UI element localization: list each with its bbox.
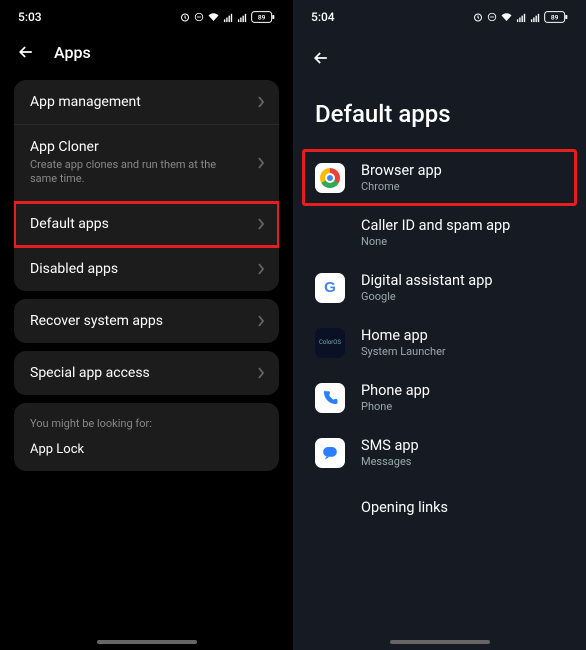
row-sublabel: Messages — [361, 455, 419, 468]
svg-text:89: 89 — [551, 14, 559, 22]
row-browser-app[interactable]: Browser app Chrome — [303, 150, 576, 205]
hint-app-lock[interactable]: App Lock — [30, 442, 263, 457]
row-label: SMS app — [361, 437, 419, 454]
row-label: Phone app — [361, 382, 430, 399]
hint-label: You might be looking for: — [30, 417, 263, 430]
signal-icon-2 — [237, 12, 248, 23]
row-label: Special app access — [30, 365, 263, 381]
row-sublabel: Chrome — [361, 180, 442, 193]
chevron-right-icon — [257, 157, 265, 169]
row-home-app[interactable]: ColorOS Home app System Launcher — [293, 315, 586, 370]
row-sublabel: Create app clones and run them at the sa… — [30, 158, 263, 187]
hint-section: You might be looking for: App Lock — [14, 403, 279, 471]
battery-icon: 89 — [251, 11, 275, 23]
phone-right: 5:04 89 Default apps Browser app Chrome … — [293, 0, 586, 650]
home-indicator[interactable] — [97, 640, 197, 644]
header: Apps — [0, 28, 293, 72]
row-label: App Cloner — [30, 139, 263, 155]
row-phone-app[interactable]: Phone app Phone — [293, 370, 586, 425]
row-label: Disabled apps — [30, 261, 263, 277]
row-label: App management — [30, 94, 263, 110]
wifi-icon — [500, 11, 513, 23]
row-sublabel: None — [361, 235, 510, 248]
row-sublabel: Phone — [361, 400, 430, 413]
dnd-icon — [194, 11, 204, 23]
page-title: Apps — [54, 43, 91, 62]
phone-app-icon — [315, 383, 345, 413]
row-sms-app[interactable]: SMS app Messages — [293, 425, 586, 480]
google-icon: G — [315, 273, 345, 303]
row-default-apps[interactable]: Default apps — [14, 202, 279, 247]
row-label: Browser app — [361, 162, 442, 179]
header — [293, 28, 586, 82]
status-icons: 89 — [179, 11, 275, 23]
chevron-right-icon — [257, 263, 265, 275]
row-app-cloner[interactable]: App Cloner Create app clones and run the… — [14, 125, 279, 202]
row-label: Home app — [361, 327, 446, 344]
settings-group-1: App management App Cloner Create app clo… — [14, 80, 279, 291]
coloros-icon: ColorOS — [315, 328, 345, 358]
row-label: Recover system apps — [30, 313, 263, 329]
status-time: 5:03 — [18, 10, 42, 24]
chevron-right-icon — [257, 218, 265, 230]
row-label: Default apps — [30, 216, 263, 232]
status-bar: 5:04 89 — [293, 0, 586, 28]
row-label: Caller ID and spam app — [361, 217, 510, 234]
row-caller-id[interactable]: Caller ID and spam app None — [293, 205, 586, 260]
alarm-icon — [179, 11, 191, 23]
back-icon[interactable] — [311, 48, 331, 68]
svg-text:89: 89 — [258, 14, 266, 22]
phone-left: 5:03 89 Apps App management App Cloner C… — [0, 0, 293, 650]
alarm-icon — [472, 11, 484, 23]
battery-icon: 89 — [544, 11, 568, 23]
empty-icon — [315, 492, 345, 522]
row-recover-system-apps[interactable]: Recover system apps — [14, 299, 279, 343]
status-icons: 89 — [472, 11, 568, 23]
row-special-app-access[interactable]: Special app access — [14, 351, 279, 395]
chevron-right-icon — [257, 96, 265, 108]
row-sublabel: System Launcher — [361, 345, 446, 358]
signal-icon — [516, 12, 527, 23]
row-disabled-apps[interactable]: Disabled apps — [14, 247, 279, 291]
row-label: Digital assistant app — [361, 272, 492, 289]
row-sublabel: Google — [361, 290, 492, 303]
home-indicator[interactable] — [390, 640, 490, 644]
chevron-right-icon — [257, 315, 265, 327]
chevron-right-icon — [257, 367, 265, 379]
settings-group-3: Special app access — [14, 351, 279, 395]
empty-icon — [315, 218, 345, 248]
signal-icon — [223, 12, 234, 23]
dnd-icon — [487, 11, 497, 23]
messages-icon — [315, 438, 345, 468]
chrome-icon — [315, 163, 345, 193]
page-title: Default apps — [293, 82, 586, 150]
wifi-icon — [207, 11, 220, 23]
row-digital-assistant[interactable]: G Digital assistant app Google — [293, 260, 586, 315]
row-opening-links[interactable]: Opening links — [293, 480, 586, 534]
settings-group-2: Recover system apps — [14, 299, 279, 343]
status-time: 5:04 — [311, 10, 335, 24]
status-bar: 5:03 89 — [0, 0, 293, 28]
row-label: Opening links — [361, 499, 448, 516]
row-app-management[interactable]: App management — [14, 80, 279, 125]
signal-icon-2 — [530, 12, 541, 23]
back-icon[interactable] — [16, 42, 36, 62]
